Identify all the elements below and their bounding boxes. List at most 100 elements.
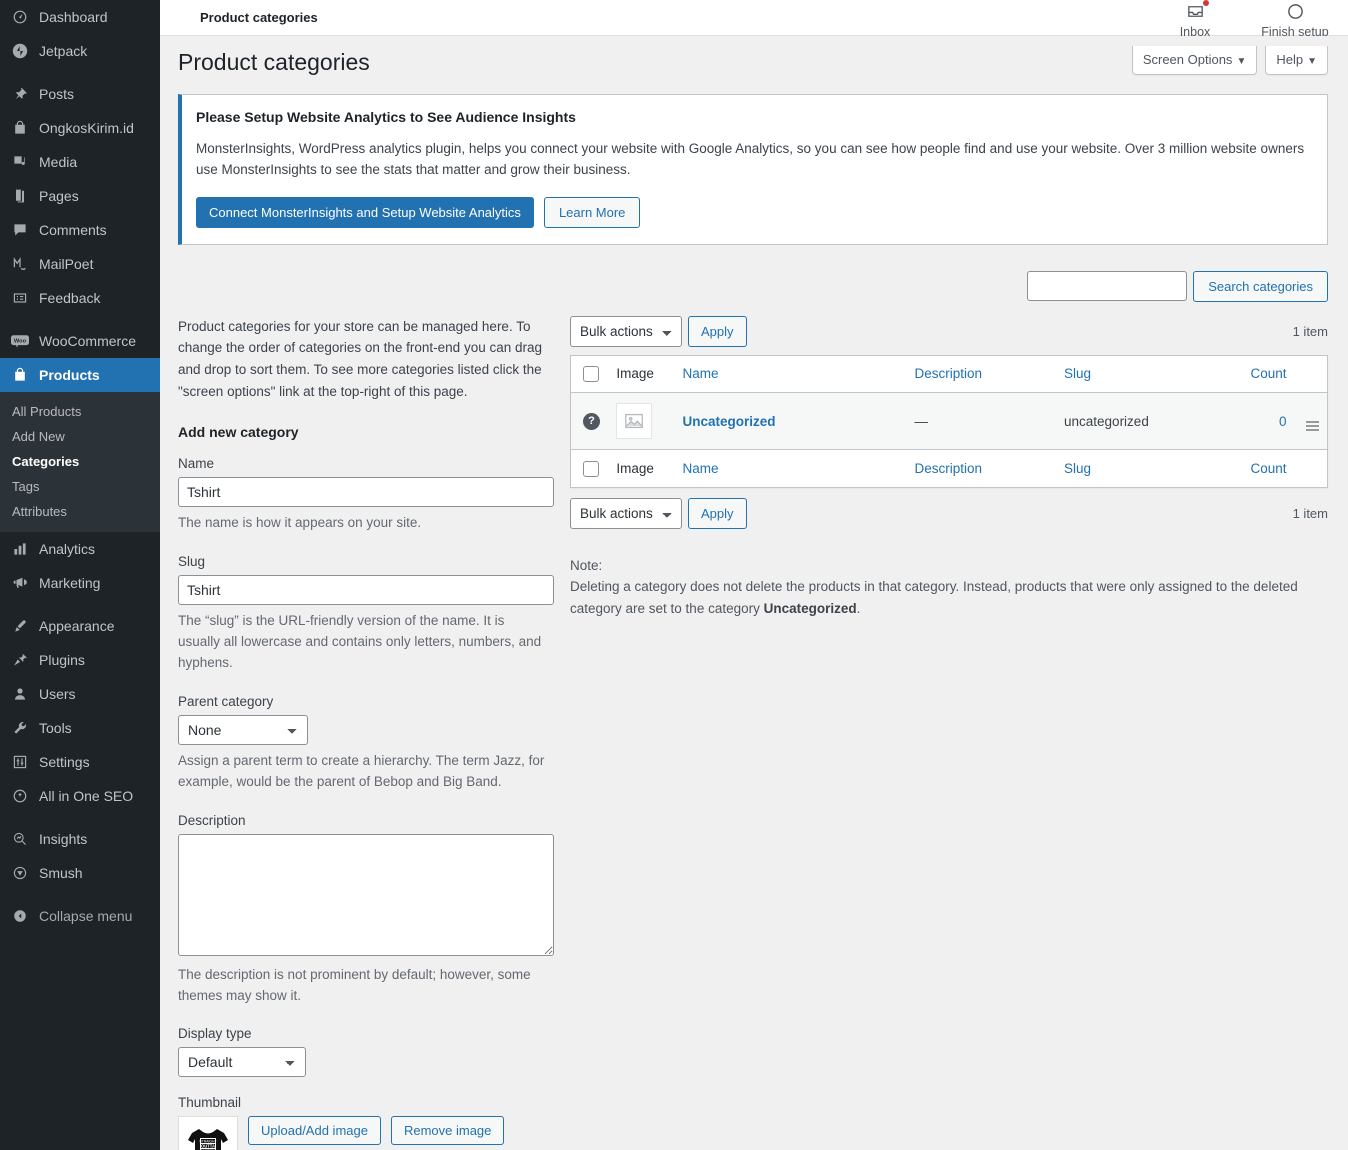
parent-category-select[interactable]: None <box>178 714 308 745</box>
sidebar-item-users[interactable]: Users <box>0 677 160 711</box>
sidebar-item-label: Analytics <box>39 541 96 557</box>
slug-input[interactable] <box>178 575 554 606</box>
column-header-description[interactable]: Description <box>906 355 1057 394</box>
column-footer-name-link[interactable]: Name <box>682 461 718 476</box>
column-footer-slug-link[interactable]: Slug <box>1064 461 1091 476</box>
select-all-checkbox-top[interactable] <box>583 366 599 383</box>
collapse-icon <box>10 906 30 926</box>
sidebar-item-label: Collapse menu <box>39 908 133 924</box>
sidebar-separator <box>0 68 160 77</box>
sidebar-item-jetpack[interactable]: Jetpack <box>0 34 160 68</box>
description-help-text: The description is not prominent by defa… <box>178 966 531 1003</box>
learn-more-button[interactable]: Learn More <box>543 196 641 228</box>
inbox-button[interactable]: Inbox <box>1156 0 1234 39</box>
column-header-slug-link[interactable]: Slug <box>1064 366 1091 381</box>
tablenav-top: Bulk actions Apply 1 item <box>570 315 1328 347</box>
name-input[interactable] <box>178 477 554 508</box>
sidebar-item-mailpoet[interactable]: MailPoet <box>0 247 160 281</box>
column-header-slug[interactable]: Slug <box>1056 355 1222 394</box>
sidebar-item-media[interactable]: Media <box>0 145 160 179</box>
column-header-name[interactable]: Name <box>674 355 907 394</box>
column-footer-name[interactable]: Name <box>674 449 907 488</box>
sidebar-item-plugins[interactable]: Plugins <box>0 643 160 677</box>
brush-icon <box>10 616 30 636</box>
parent-field-group: Parent category None <box>178 694 550 745</box>
sidebar-item-categories[interactable]: Categories <box>0 449 160 474</box>
sidebar-item-ongkoskirim[interactable]: OngkosKirim.id <box>0 111 160 145</box>
row-image-cell <box>608 392 675 451</box>
sidebar-item-insights[interactable]: Insights <box>0 822 160 856</box>
sidebar-item-all-products[interactable]: All Products <box>0 399 160 424</box>
help-circle-icon[interactable]: ? <box>583 412 600 430</box>
sidebar-item-dashboard[interactable]: Dashboard <box>0 0 160 34</box>
drag-handle-icon[interactable] <box>1306 421 1319 432</box>
admin-root: Dashboard Jetpack Posts OngkosKirim.id M… <box>0 0 1348 1150</box>
sidebar-item-label: Products <box>39 367 100 383</box>
sidebar-item-collapse-menu[interactable]: Collapse menu <box>0 899 160 933</box>
search-input[interactable] <box>1027 271 1188 302</box>
upload-add-image-button[interactable]: Upload/Add image <box>248 1116 381 1146</box>
column-header-name-link[interactable]: Name <box>682 366 718 381</box>
name-label: Name <box>178 456 215 472</box>
sidebar-item-tags[interactable]: Tags <box>0 474 160 499</box>
sidebar-item-settings[interactable]: Settings <box>0 745 160 779</box>
sidebar-item-appearance[interactable]: Appearance <box>0 609 160 643</box>
sidebar-item-label: OngkosKirim.id <box>39 120 134 136</box>
connect-monsterinsights-button[interactable]: Connect MonsterInsights and Setup Websit… <box>196 196 534 228</box>
sliders-icon <box>10 752 30 772</box>
sidebar-item-woocommerce[interactable]: Woo WooCommerce <box>0 324 160 358</box>
column-footer-count-link[interactable]: Count <box>1250 461 1286 476</box>
remove-image-button[interactable]: Remove image <box>390 1116 505 1146</box>
sidebar-item-pages[interactable]: Pages <box>0 179 160 213</box>
bag-icon <box>10 118 30 138</box>
sidebar-item-comments[interactable]: Comments <box>0 213 160 247</box>
insights-icon <box>10 829 30 849</box>
sidebar-item-feedback[interactable]: Feedback <box>0 281 160 315</box>
category-name-link[interactable]: Uncategorized <box>682 414 775 429</box>
description-label: Description <box>178 812 246 828</box>
sidebar-item-smush[interactable]: Smush <box>0 856 160 890</box>
apply-button-top[interactable]: Apply <box>688 315 747 347</box>
sidebar-item-tools[interactable]: Tools <box>0 711 160 745</box>
sidebar-item-marketing[interactable]: Marketing <box>0 566 160 600</box>
aioseo-icon <box>10 786 30 806</box>
thumbnail-label: Thumbnail <box>178 1095 242 1111</box>
sidebar-separator <box>0 813 160 822</box>
screen-options-button[interactable]: Screen Options ▼ <box>1131 46 1258 75</box>
row-handle-cell <box>1294 392 1328 451</box>
help-button[interactable]: Help ▼ <box>1265 46 1328 75</box>
categories-table: Image Name Description Slug Count ? Unca… <box>570 354 1328 488</box>
notice-heading: Please Setup Website Analytics to See Au… <box>196 108 576 125</box>
media-icon <box>10 152 30 172</box>
column-header-count-link[interactable]: Count <box>1250 366 1286 381</box>
apply-button-bottom[interactable]: Apply <box>688 497 747 529</box>
sidebar-item-label: All in One SEO <box>39 788 134 804</box>
woocommerce-icon: Woo <box>10 331 30 351</box>
search-categories-button[interactable]: Search categories <box>1193 270 1328 302</box>
sidebar-item-label: WooCommerce <box>39 333 136 349</box>
column-footer-count[interactable]: Count <box>1221 449 1295 488</box>
parent-category-label: Parent category <box>178 693 274 709</box>
sidebar-item-analytics[interactable]: Analytics <box>0 532 160 566</box>
bulk-actions-select-bottom[interactable]: Bulk actions <box>570 497 682 529</box>
sidebar-item-label: Posts <box>39 86 75 102</box>
categories-table-panel: Bulk actions Apply 1 item Image Name Des… <box>570 315 1328 620</box>
category-count-link[interactable]: 0 <box>1279 414 1287 429</box>
description-textarea[interactable] <box>178 833 554 956</box>
display-type-select[interactable]: Default <box>178 1047 306 1078</box>
sidebar-item-products[interactable]: Products <box>0 358 168 392</box>
column-footer-description[interactable]: Description <box>906 449 1057 488</box>
sidebar-item-add-new[interactable]: Add New <box>0 424 160 449</box>
sidebar-item-posts[interactable]: Posts <box>0 77 160 111</box>
note-text-after: . <box>856 600 861 616</box>
finish-setup-button[interactable]: Finish setup <box>1256 0 1334 39</box>
sidebar-item-all-in-one-seo[interactable]: All in One SEO <box>0 779 160 813</box>
bulk-actions-select-top[interactable]: Bulk actions <box>570 315 682 347</box>
sidebar-item-label: Comments <box>39 222 107 238</box>
column-footer-description-link[interactable]: Description <box>914 461 982 476</box>
column-header-description-link[interactable]: Description <box>914 366 982 381</box>
sidebar-item-attributes[interactable]: Attributes <box>0 499 160 524</box>
select-all-checkbox-bottom[interactable] <box>583 460 599 477</box>
column-header-count[interactable]: Count <box>1221 355 1295 394</box>
column-footer-slug[interactable]: Slug <box>1056 449 1222 488</box>
